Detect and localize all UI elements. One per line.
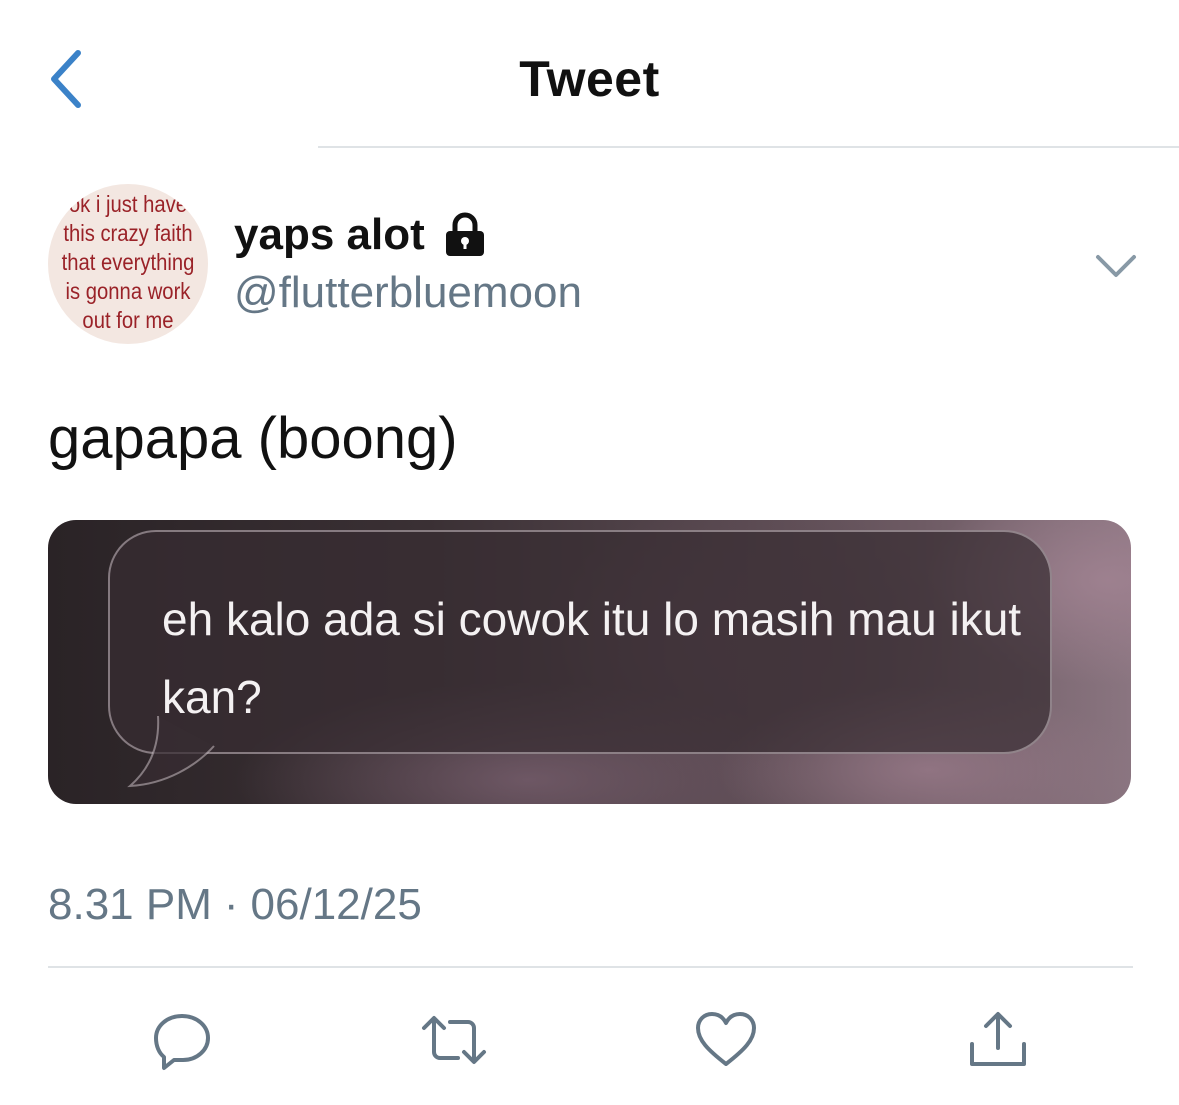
retweet-icon [422, 1016, 486, 1064]
reply-button[interactable] [146, 1004, 218, 1076]
chevron-down-icon [1096, 255, 1136, 277]
like-button[interactable] [690, 1004, 762, 1076]
avatar-image-text: ok i just have this crazy faith that eve… [58, 190, 199, 335]
avatar-text-line: that everything [61, 249, 195, 275]
reply-icon [154, 1014, 210, 1070]
tweet-date: 06/12/25 [250, 880, 422, 929]
tweet-media-image[interactable]: eh kalo ada si cowok itu lo masih mau ik… [48, 520, 1131, 804]
avatar-text-line: ok i just have [68, 191, 188, 217]
header-divider [318, 146, 1179, 148]
share-icon [970, 1012, 1026, 1066]
author-handle[interactable]: @flutterbluemoon [234, 268, 582, 318]
share-button[interactable] [962, 1004, 1034, 1076]
heart-icon [696, 1012, 756, 1066]
tweet-time: 8.31 PM [48, 880, 212, 929]
avatar-text-line: out for me [82, 307, 174, 333]
retweet-button[interactable] [418, 1004, 490, 1076]
lock-icon [443, 212, 487, 258]
avatar[interactable]: ok i just have this crazy faith that eve… [48, 184, 208, 344]
page-title: Tweet [519, 51, 660, 107]
tweet-text: gapapa (boong) [48, 406, 458, 471]
chat-bubble-text: eh kalo ada si cowok itu lo masih mau ik… [162, 593, 1022, 723]
tweet-detail-screen: Tweet ok i just have this crazy faith th… [0, 0, 1179, 1105]
more-options-button[interactable] [1086, 244, 1146, 288]
timestamp-separator: · [223, 880, 239, 929]
avatar-text-line: this crazy faith [63, 220, 193, 246]
tweet-timestamp: 8.31 PM · 06/12/25 [48, 880, 422, 930]
display-name-text: yaps alot [234, 210, 425, 259]
actions-divider [48, 966, 1133, 968]
avatar-text-line: is gonna work [65, 278, 191, 304]
author-display-name[interactable]: yaps alot [234, 210, 487, 260]
